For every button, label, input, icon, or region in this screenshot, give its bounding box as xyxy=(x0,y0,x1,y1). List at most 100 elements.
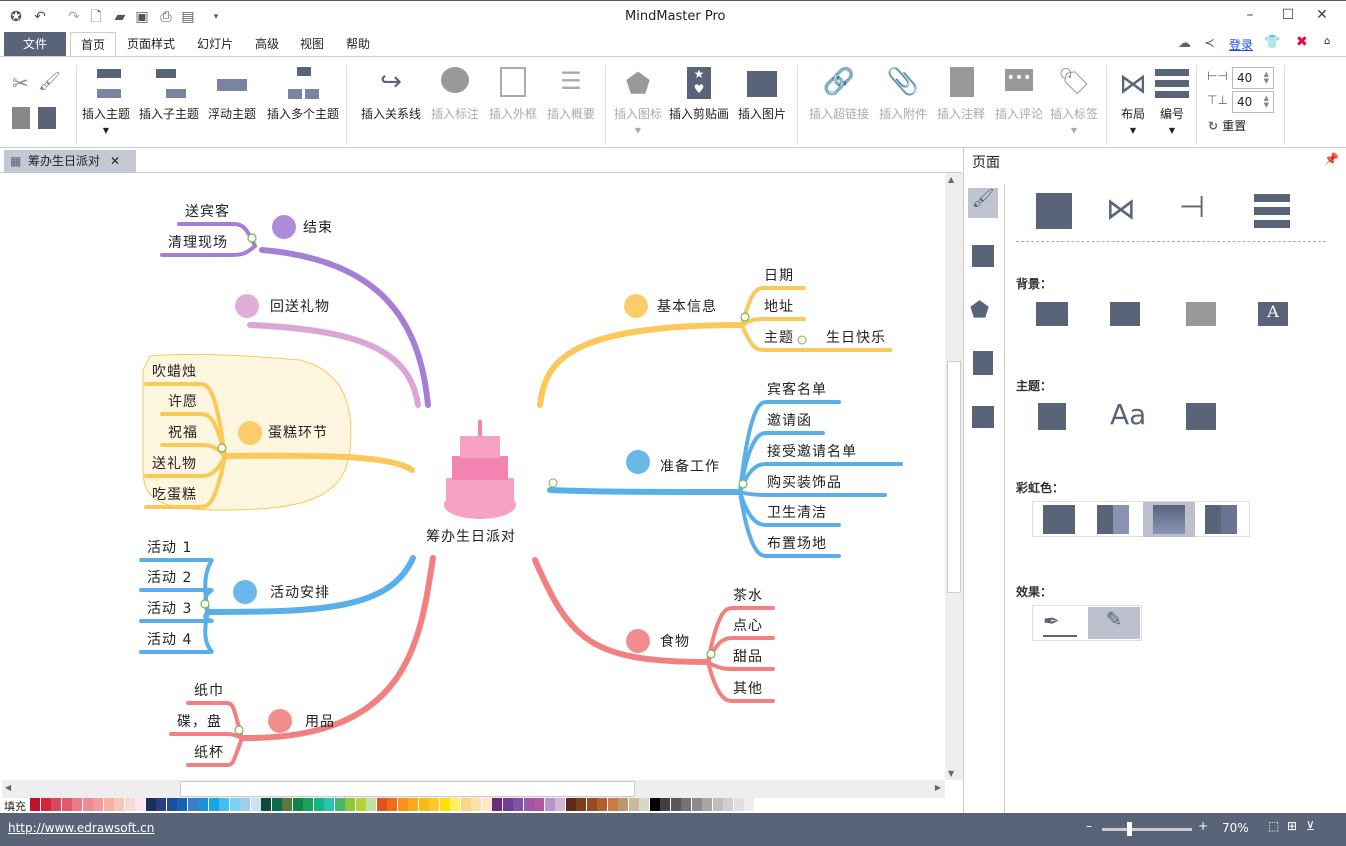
central-topic[interactable]: 筹办生日派对 xyxy=(426,528,516,545)
color-swatch[interactable] xyxy=(93,798,103,811)
rainbow-option-mono[interactable] xyxy=(1043,505,1075,534)
color-swatch[interactable] xyxy=(40,798,51,811)
remove-background-icon[interactable] xyxy=(1186,302,1216,326)
subtopic[interactable]: 购买装饰品 xyxy=(767,475,842,491)
color-swatch[interactable] xyxy=(418,798,429,811)
subtopic[interactable]: 清理现场 xyxy=(168,235,228,251)
rainbow-option-columns[interactable] xyxy=(1097,505,1129,534)
subtopic[interactable]: 布置场地 xyxy=(767,536,827,552)
effect-hand-drawn-icon[interactable]: ✎ xyxy=(1088,607,1140,639)
subtopic[interactable]: 卫生清洁 xyxy=(767,505,827,521)
subtopic[interactable]: 活动 4 xyxy=(147,632,192,648)
color-swatch[interactable] xyxy=(166,798,177,811)
skin-icon[interactable]: 👕 xyxy=(1264,35,1280,50)
color-swatch[interactable] xyxy=(229,798,240,811)
tab-home[interactable]: 首页 xyxy=(70,32,117,56)
main-topic[interactable]: 蛋糕环节 xyxy=(268,425,328,441)
cut-icon[interactable]: ✂ xyxy=(12,71,29,95)
color-swatch[interactable] xyxy=(471,798,481,811)
rainbow-option-alternate[interactable] xyxy=(1205,505,1237,534)
subtopic[interactable]: 甜品 xyxy=(733,649,763,665)
subtopic[interactable]: 纸巾 xyxy=(194,683,224,699)
color-swatch[interactable] xyxy=(177,798,187,811)
vertical-scroll-thumb[interactable] xyxy=(947,361,961,593)
customize-dropdown-icon[interactable]: ▾ xyxy=(208,9,224,25)
outline-list-icon[interactable] xyxy=(972,245,994,267)
collapse-toggle[interactable] xyxy=(738,479,748,489)
collapse-toggle[interactable] xyxy=(200,599,210,609)
save-icon[interactable]: ▣ xyxy=(134,9,150,25)
share-icon[interactable]: ≺ xyxy=(1204,36,1215,51)
color-swatch[interactable] xyxy=(187,798,198,811)
color-swatch[interactable] xyxy=(408,798,418,811)
color-swatch[interactable] xyxy=(198,798,208,811)
collapse-toggle[interactable] xyxy=(247,233,257,243)
insert-callout-button[interactable]: 插入标注 xyxy=(431,67,479,122)
mindmap-canvas[interactable]: 送宾客 清理现场 结束 回送礼物 吹蜡烛 许愿 祝福 送礼物 吃蛋糕 蛋糕环节 活动 1 活动 2 活动… xyxy=(2,173,945,780)
subtopic[interactable]: 宾客名单 xyxy=(767,381,827,398)
vertical-spacing-input[interactable]: 40 ▲ ▼ xyxy=(1232,91,1274,113)
tab-slides[interactable]: 幻灯片 xyxy=(187,32,243,56)
insert-summary-button[interactable]: ☰ 插入概要 xyxy=(547,67,595,122)
color-swatch[interactable] xyxy=(744,798,754,811)
color-swatch[interactable] xyxy=(649,798,660,811)
color-swatch[interactable] xyxy=(72,798,82,811)
color-swatch[interactable] xyxy=(397,798,408,811)
color-swatch[interactable] xyxy=(670,798,681,811)
insert-icon-button[interactable]: ⬟ 插入图标 ▼ xyxy=(614,67,662,135)
color-swatch[interactable] xyxy=(355,798,366,811)
horizontal-spacing-input[interactable]: 40 ▲ ▼ xyxy=(1232,67,1274,89)
subtopic[interactable]: 点心 xyxy=(733,618,763,634)
insert-boundary-button[interactable]: 插入外框 xyxy=(489,67,537,122)
color-swatch[interactable] xyxy=(460,798,471,811)
color-swatch[interactable] xyxy=(82,798,93,811)
task-calendar-icon[interactable] xyxy=(972,406,994,428)
collapse-toggle[interactable] xyxy=(548,478,558,488)
new-icon[interactable]: 🗋 xyxy=(88,9,104,25)
color-swatch[interactable] xyxy=(544,798,555,811)
theme-font-icon[interactable]: Aa xyxy=(1110,398,1146,431)
color-swatch[interactable] xyxy=(376,798,387,811)
color-swatch[interactable] xyxy=(586,798,597,811)
horizontal-scroll-thumb[interactable] xyxy=(180,781,635,797)
layout-button[interactable]: ⋈ 布局 ▼ xyxy=(1116,67,1150,135)
color-swatch[interactable] xyxy=(345,798,355,811)
color-swatch[interactable] xyxy=(702,798,712,811)
main-topic[interactable]: 准备工作 xyxy=(660,458,720,475)
collapse-toggle[interactable] xyxy=(797,335,807,345)
insert-topic-button[interactable]: 插入主题 ▼ xyxy=(82,67,130,135)
color-swatch[interactable] xyxy=(240,798,250,811)
tab-view[interactable]: 视图 xyxy=(290,32,334,56)
login-link[interactable]: 登录 xyxy=(1229,36,1253,53)
floating-topic-button[interactable]: 浮动主题 xyxy=(208,67,256,122)
color-swatch[interactable] xyxy=(481,798,492,811)
horizontal-scrollbar[interactable]: ◀ ▶ xyxy=(2,780,945,798)
format-painter-icon[interactable]: 🖌 xyxy=(38,71,61,92)
subtopic[interactable]: 吃蛋糕 xyxy=(152,487,197,503)
tab-page-style[interactable]: 页面样式 xyxy=(117,32,185,56)
color-swatch[interactable] xyxy=(607,798,618,811)
mindmap[interactable]: 送宾客清理现场 结束回送礼物吹蜡烛许愿祝福送礼物吃蛋糕 蛋糕环节活动 1 活动 2 活动… xyxy=(2,173,945,780)
insert-image-button[interactable]: 插入图片 xyxy=(738,67,786,122)
color-swatch[interactable] xyxy=(618,798,628,811)
icon-library-icon[interactable]: ⬟ xyxy=(970,298,996,324)
app-logo-icon[interactable]: ✪ xyxy=(8,9,24,25)
open-icon[interactable]: ▰ xyxy=(112,9,128,25)
color-swatch[interactable] xyxy=(30,798,40,811)
reset-button[interactable]: ↻ 重置 xyxy=(1208,117,1246,134)
color-swatch[interactable] xyxy=(114,798,124,811)
subtopic[interactable]: 其他 xyxy=(733,681,763,697)
color-swatch[interactable] xyxy=(733,798,744,811)
color-swatch[interactable] xyxy=(387,798,397,811)
zoom-out-button[interactable]: – xyxy=(1086,819,1092,833)
color-swatch[interactable] xyxy=(303,798,313,811)
insert-clipart-button[interactable]: ★ ♥ 插入剪贴画 xyxy=(669,67,729,122)
theme-layout-icon[interactable] xyxy=(1038,403,1066,430)
presentation-icon[interactable]: ⊻ xyxy=(1306,819,1315,833)
maximize-button[interactable]: ☐ xyxy=(1278,7,1298,27)
fit-page-icon[interactable]: ⬚ xyxy=(1268,819,1279,833)
color-swatch[interactable] xyxy=(523,798,534,811)
color-swatch[interactable] xyxy=(366,798,376,811)
tab-help[interactable]: 帮助 xyxy=(336,32,380,56)
fit-width-icon[interactable]: ⊞ xyxy=(1287,819,1297,833)
